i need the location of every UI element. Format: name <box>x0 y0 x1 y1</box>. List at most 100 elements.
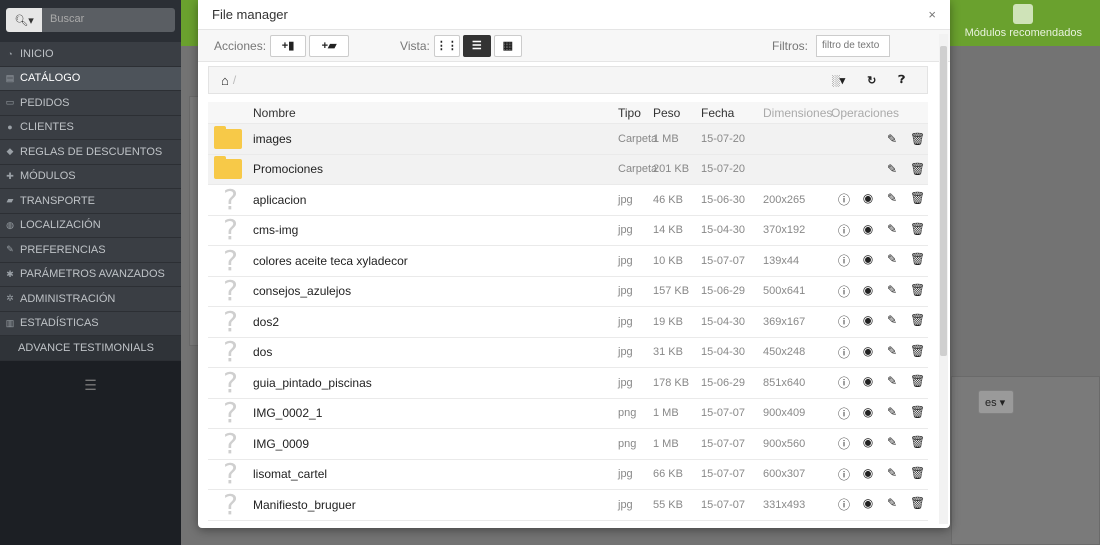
file-row[interactable]: ? Manifiesto_bruguer jpg 55 KB 15-07-07 331x4… <box>208 489 928 521</box>
new-folder-button[interactable]: +▰ <box>309 34 350 57</box>
sidebar-item[interactable]: ◍ LOCALIZACIÓN <box>0 213 181 238</box>
file-name[interactable]: IMG_0002_1 <box>253 406 618 420</box>
file-row[interactable]: ? IMG_0009 png 1 MB 15-07-07 900x560 ⓘ ◉ ✎ 🗑︎ <box>208 428 928 460</box>
trash-icon[interactable]: 🗑︎ <box>910 283 925 300</box>
trash-icon[interactable]: 🗑︎ <box>910 162 925 176</box>
file-row[interactable]: ? aplicacion jpg 46 KB 15-06-30 200x265 ⓘ ◉ ✎ 🗑︎ <box>208 184 928 216</box>
file-name[interactable]: guia_pintado_piscinas <box>253 376 618 390</box>
edit-icon[interactable]: ✎ <box>886 374 898 391</box>
sidebar-item[interactable]: ✎ PREFERENCIAS <box>0 238 181 263</box>
edit-icon[interactable]: ✎ <box>886 252 898 269</box>
info-icon[interactable]: ⓘ <box>838 283 850 300</box>
trash-icon[interactable]: 🗑︎ <box>910 191 925 208</box>
recommended-modules-button[interactable]: Módulos recomendados <box>965 4 1082 39</box>
sidebar-item[interactable]: ▭ PEDIDOS <box>0 91 181 116</box>
trash-icon[interactable]: 🗑︎ <box>910 496 925 513</box>
list-view-button[interactable]: ☰ <box>462 34 491 57</box>
edit-icon[interactable]: ✎ <box>886 162 898 176</box>
edit-icon[interactable]: ✎ <box>886 405 898 422</box>
eye-icon[interactable]: ◉ <box>862 191 874 208</box>
file-name[interactable]: Manifiesto_bruguer <box>253 498 618 512</box>
search-input[interactable]: Buscar <box>42 8 175 32</box>
modal-scrollbar[interactable] <box>939 34 948 524</box>
edit-icon[interactable]: ✎ <box>886 313 898 330</box>
info-icon[interactable]: ⓘ <box>838 374 850 391</box>
info-icon[interactable]: ⓘ <box>838 252 850 269</box>
trash-icon[interactable]: 🗑︎ <box>910 435 925 452</box>
eye-icon[interactable]: ◉ <box>862 313 874 330</box>
file-name[interactable]: colores aceite teca xyladecor <box>253 254 618 268</box>
file-name[interactable]: consejos_azulejos <box>253 284 618 298</box>
eye-icon[interactable]: ◉ <box>862 283 874 300</box>
sidebar-item[interactable]: ✲ ADMINISTRACIÓN <box>0 287 181 312</box>
eye-icon[interactable]: ◉ <box>862 466 874 483</box>
edit-icon[interactable]: ✎ <box>886 496 898 513</box>
file-row[interactable]: Promociones Carpeta 201 KB 15-07-20 ✎ 🗑︎ <box>208 154 928 185</box>
sidebar-item[interactable]: ◆ REGLAS DE DESCUENTOS <box>0 140 181 165</box>
edit-icon[interactable]: ✎ <box>886 435 898 452</box>
file-name[interactable]: lisomat_cartel <box>253 467 618 481</box>
info-icon[interactable]: ⓘ <box>838 466 850 483</box>
help-icon[interactable]: ❓︎ <box>898 74 905 87</box>
file-row[interactable]: images Carpeta 1 MB 15-07-20 ✎ 🗑︎ <box>208 124 928 155</box>
trash-icon[interactable]: 🗑︎ <box>910 405 925 422</box>
sidebar-item[interactable]: ▰ TRANSPORTE <box>0 189 181 214</box>
file-name[interactable]: Promociones <box>253 162 618 176</box>
file-name[interactable]: images <box>253 132 618 146</box>
info-icon[interactable]: ⓘ <box>838 313 850 330</box>
sidebar-item[interactable]: ✚ MÓDULOS <box>0 164 181 189</box>
eye-icon[interactable]: ◉ <box>862 405 874 422</box>
scrollbar-thumb[interactable] <box>940 46 947 356</box>
file-row[interactable]: ? cms-img jpg 14 KB 15-04-30 370x192 ⓘ ◉ ✎ 🗑︎ <box>208 215 928 246</box>
home-icon[interactable]: ⌂ <box>221 73 229 88</box>
refresh-icon[interactable]: ↻ <box>867 74 876 87</box>
header-name[interactable]: Nombre <box>253 106 618 120</box>
file-name[interactable]: dos2 <box>253 315 618 329</box>
edit-icon[interactable]: ✎ <box>886 283 898 300</box>
header-size[interactable]: Peso <box>653 106 701 120</box>
file-row[interactable]: ? IMG_0002_1 png 1 MB 15-07-07 900x409 ⓘ ◉ ✎ 🗑︎ <box>208 398 928 429</box>
trash-icon[interactable]: 🗑︎ <box>910 252 925 269</box>
file-row[interactable]: ? dos jpg 31 KB 15-04-30 450x248 ⓘ ◉ ✎ 🗑︎ <box>208 337 928 368</box>
close-icon[interactable]: × <box>928 7 936 22</box>
sidebar-collapse-icon[interactable]: ☰ <box>0 377 181 394</box>
edit-icon[interactable]: ✎ <box>886 191 898 208</box>
eye-icon[interactable]: ◉ <box>862 496 874 513</box>
edit-icon[interactable]: ✎ <box>886 344 898 361</box>
header-date[interactable]: Fecha <box>701 106 763 120</box>
sidebar-item[interactable]: ● CLIENTES <box>0 115 181 140</box>
trash-icon[interactable]: 🗑︎ <box>910 313 925 330</box>
trash-icon[interactable]: 🗑︎ <box>910 132 925 146</box>
eye-icon[interactable]: ◉ <box>862 435 874 452</box>
eye-icon[interactable]: ◉ <box>862 374 874 391</box>
sidebar-item[interactable]: ADVANCE TESTIMONIALS <box>0 336 181 361</box>
info-icon[interactable]: ⓘ <box>838 405 850 422</box>
eye-icon[interactable]: ◉ <box>862 344 874 361</box>
sidebar-item[interactable]: ◔ INICIO <box>0 42 181 67</box>
file-row[interactable]: ? dos2 jpg 19 KB 15-04-30 369x167 ⓘ ◉ ✎ 🗑︎ <box>208 306 928 338</box>
file-name[interactable]: IMG_0009 <box>253 437 618 451</box>
info-icon[interactable]: ⓘ <box>838 496 850 513</box>
sidebar-item[interactable]: ▤ CATÁLOGO <box>0 66 181 91</box>
trash-icon[interactable]: 🗑︎ <box>910 344 925 361</box>
file-name[interactable]: dos <box>253 345 618 359</box>
info-icon[interactable]: ⓘ <box>838 191 850 208</box>
file-row[interactable]: ? lisomat_cartel jpg 66 KB 15-07-07 600x307 ⓘ ◉… <box>208 459 928 490</box>
edit-icon[interactable]: ✎ <box>886 466 898 483</box>
file-row[interactable]: ? consejos_azulejos jpg 157 KB 15-06-29 500x6… <box>208 276 928 307</box>
trash-icon[interactable]: 🗑︎ <box>910 374 925 391</box>
info-icon[interactable]: ⓘ <box>838 344 850 361</box>
grid-view-button[interactable]: ⋮⋮ <box>433 34 460 57</box>
sidebar-item[interactable]: ✱ PARÁMETROS AVANZADOS <box>0 262 181 287</box>
eye-icon[interactable]: ◉ <box>862 222 874 239</box>
upload-file-button[interactable]: +▮ <box>270 34 307 57</box>
file-name[interactable]: aplicacion <box>253 193 618 207</box>
trash-icon[interactable]: 🗑︎ <box>910 466 925 483</box>
sidebar-item[interactable]: ▥ ESTADÍSTICAS <box>0 311 181 336</box>
columns-view-button[interactable]: ▦ <box>493 34 522 57</box>
sort-icon[interactable]: ░▾ <box>832 74 845 87</box>
file-name[interactable]: cms-img <box>253 223 618 237</box>
info-icon[interactable]: ⓘ <box>838 222 850 239</box>
edit-icon[interactable]: ✎ <box>886 132 898 146</box>
search-dropdown-button[interactable]: 🔍︎ ▾ <box>6 8 42 32</box>
